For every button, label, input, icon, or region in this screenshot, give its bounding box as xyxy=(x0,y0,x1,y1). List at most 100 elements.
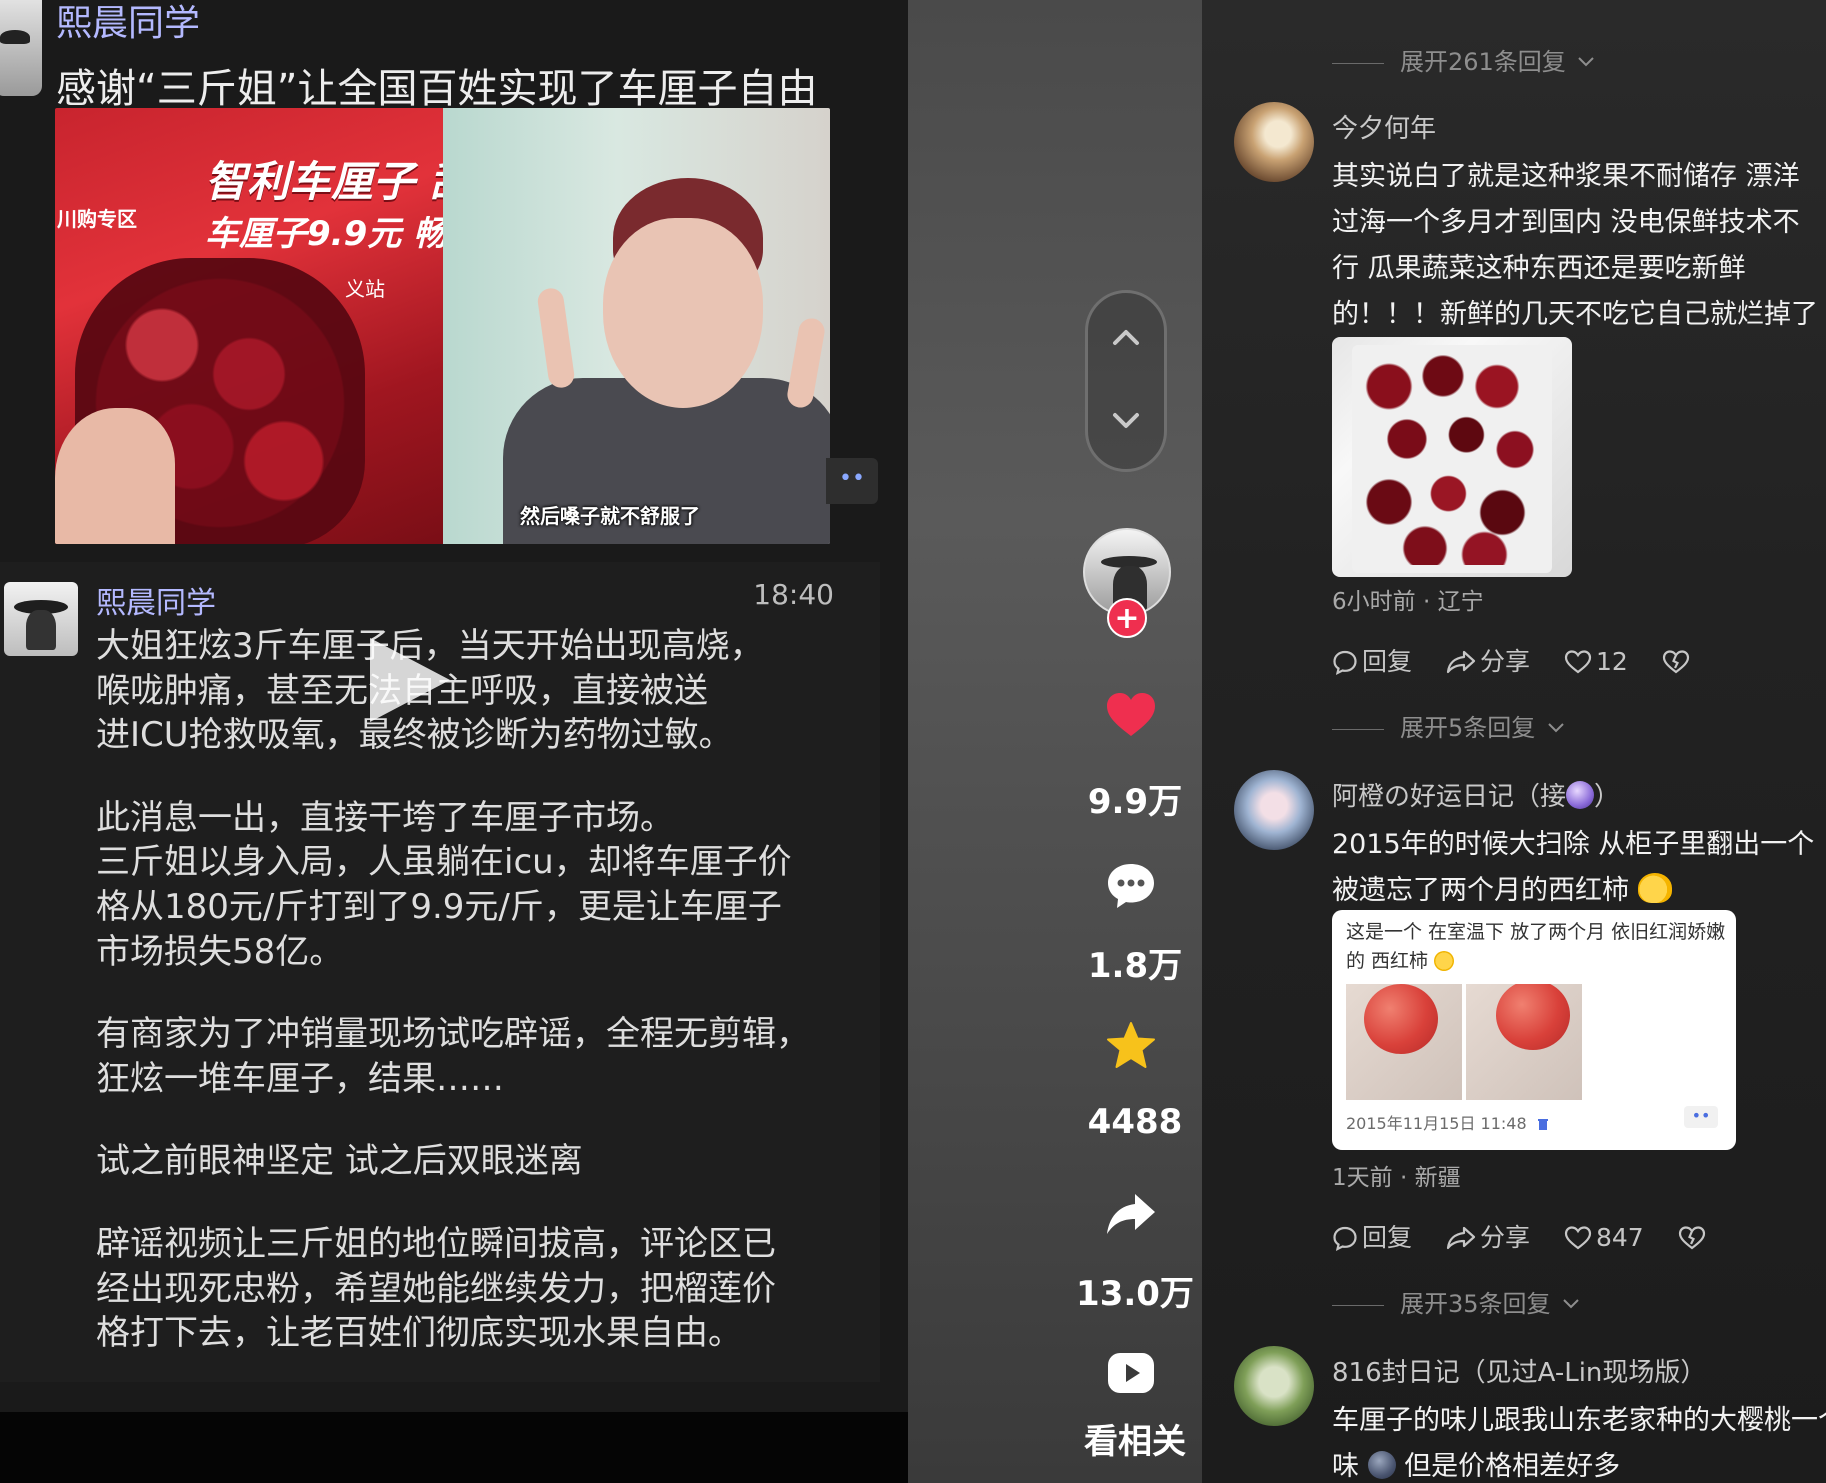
trash-icon xyxy=(1537,1119,1548,1130)
author-avatar[interactable] xyxy=(4,582,78,656)
tomato-post-date: 2015年11月15日 11:48 xyxy=(1346,1114,1527,1133)
commenter-name: 阿橙の好运日记（接 xyxy=(1332,782,1567,812)
heart-outline-icon xyxy=(1564,650,1592,674)
post-paragraph: 大姐狂炫3斤车厘子后，当天开始出现高烧， 喉咙肿痛，甚至无法自主呼吸，直接被送 … xyxy=(96,626,764,756)
like-count: 847 xyxy=(1595,1223,1644,1252)
share-arrow-icon[interactable] xyxy=(1105,1188,1157,1240)
post-paragraph: 此消息一出，直接干垮了车厘子市场。 三斤姐以身入局，人虽躺在icu，却将车厘子价… xyxy=(96,797,792,972)
comment-image-cherries[interactable] xyxy=(1332,337,1572,577)
reply-button[interactable]: 回复 xyxy=(1332,642,1412,678)
commenter-name-suffix: ） xyxy=(1594,782,1621,812)
broken-heart-icon xyxy=(1678,1226,1705,1250)
video-thumbnail[interactable]: 智利车厘子 乱 车厘子9.9元 畅吃 川购专区 义站 然后嗓子就不舒服了 xyxy=(55,108,830,544)
chevron-down-icon[interactable] xyxy=(1111,405,1141,435)
expand-replies-button[interactable]: 展开5条回复 xyxy=(1332,708,1565,743)
post-paragraph: 试之前眼神坚定 试之后双眼迷离 xyxy=(96,1141,583,1182)
comment-meta: 1天前 · 新疆 xyxy=(1332,1165,1461,1191)
top-author-name[interactable]: 熙晨同学 xyxy=(56,0,200,46)
hand-image xyxy=(55,408,175,544)
crystal-ball-emoji-icon xyxy=(1566,781,1595,809)
star-icon[interactable] xyxy=(1105,1020,1157,1072)
woman-speaking-scene: 然后嗓子就不舒服了 xyxy=(443,108,830,544)
cherry-store-scene: 智利车厘子 乱 车厘子9.9元 畅吃 川购专区 义站 xyxy=(55,108,481,544)
reply-button[interactable]: 回复 xyxy=(1332,1218,1412,1254)
expand-replies-label: 展开5条回复 xyxy=(1400,714,1536,742)
expand-replies-label: 展开35条回复 xyxy=(1400,1290,1551,1318)
bottom-bar xyxy=(0,1412,908,1483)
facepalm-emoji-icon xyxy=(1637,873,1672,903)
post-title: 感谢“三斤姐”让全国百姓实现了车厘子自由 xyxy=(56,66,818,112)
tomato-post-text: 这是一个 在室温下 放了两个月 依旧红润娇嫩的 西红柿 xyxy=(1346,918,1726,976)
post-paragraph: 辟谣视频让三斤姐的地位瞬间拔高，评论区已 经出现死忠粉，希望她能继续发力，把榴莲… xyxy=(96,1223,776,1354)
reply-bubble-icon xyxy=(1333,650,1357,676)
comment-text-row: 车厘子的味儿跟我山东老家种的大樱桃一个 味 但是价格相差好多 xyxy=(1332,1398,1826,1483)
reply-label: 回复 xyxy=(1362,647,1413,676)
tomato-post-timestamp: 2015年11月15日 11:48 xyxy=(1346,1110,1550,1134)
comment-text: 其实说白了就是这种浆果不耐储存 漂洋过海一个多月才到国内 没电保鲜技术不行 瓜果… xyxy=(1332,161,1818,330)
chevron-down-icon xyxy=(1548,723,1564,733)
post-body: 大姐狂炫3斤车厘子后，当天开始出现高烧， 喉咙肿痛，甚至无法自主呼吸，直接被送 … xyxy=(96,624,816,1394)
comment-icon[interactable] xyxy=(1105,860,1157,912)
woman-figure xyxy=(503,148,830,544)
post-paragraph: 有商家为了冲销量现场试吃辟谣，全程无剪辑， 狂炫一堆车厘子，结果…… xyxy=(96,1014,810,1099)
comment-text-row: 2015年的时候大扫除 从柜子里翻出一个被遗忘了两个月的西红柿 xyxy=(1332,822,1822,914)
dislike-button[interactable] xyxy=(1678,1223,1710,1252)
heart-outline-icon xyxy=(1564,1226,1592,1250)
dislike-button[interactable] xyxy=(1662,647,1694,676)
commenter-avatar[interactable] xyxy=(1234,102,1314,182)
comment-text: 但是价格相差好多 xyxy=(1404,1451,1621,1482)
like-count: 12 xyxy=(1595,647,1628,676)
play-related-icon[interactable] xyxy=(1107,1352,1155,1394)
comment-actions: 回复 分享 12 xyxy=(1332,642,1720,678)
comment-image-tomato-post[interactable]: 这是一个 在室温下 放了两个月 依旧红润娇嫩的 西红柿 2015年11月15日 … xyxy=(1332,910,1736,1150)
heart-icon[interactable] xyxy=(1105,690,1157,742)
comment-text: 味 xyxy=(1332,1451,1359,1482)
comment-meta: 6小时前 · 辽宁 xyxy=(1332,589,1484,615)
video-nav-pill xyxy=(1085,290,1167,472)
dark-face-emoji-icon xyxy=(1367,1451,1396,1479)
reply-bubble-icon xyxy=(1333,1226,1357,1252)
video-caption: 然后嗓子就不舒服了 xyxy=(520,504,700,528)
chevron-down-icon xyxy=(1563,1299,1579,1309)
expand-replies-label: 展开261条回复 xyxy=(1400,48,1566,76)
broken-heart-icon xyxy=(1662,650,1689,674)
commenter-name[interactable]: 今夕何年 xyxy=(1332,108,1436,145)
commenter-name-row[interactable]: 阿橙の好运日记（接 ） xyxy=(1332,776,1620,813)
share-button[interactable]: 分享 xyxy=(1446,1218,1530,1254)
store-sign-line1: 智利车厘子 乱 xyxy=(205,157,472,206)
comment-text: 车厘子的味儿跟我山东老家种的大樱桃一个 xyxy=(1332,1405,1826,1436)
store-sign-line2: 车厘子9.9元 畅吃 xyxy=(205,214,482,254)
comment-actions: 回复 分享 847 xyxy=(1332,1218,1736,1254)
expand-replies-button[interactable]: 展开35条回复 xyxy=(1332,1284,1580,1319)
comment-text: 2015年的时候大扫除 从柜子里翻出一个被遗忘了两个月的西红柿 xyxy=(1332,829,1815,906)
more-options-button[interactable]: •• xyxy=(1684,1106,1718,1128)
chevron-down-icon xyxy=(1578,57,1595,67)
tomato-photo xyxy=(1466,984,1582,1100)
repost-panel: 熙晨同学 感谢“三斤姐”让全国百姓实现了车厘子自由 智利车厘子 乱 车厘子9.9… xyxy=(0,0,908,1483)
like-button[interactable]: 12 xyxy=(1564,647,1628,676)
top-author-avatar[interactable] xyxy=(0,0,42,96)
play-icon[interactable] xyxy=(370,638,450,722)
follow-button[interactable]: + xyxy=(1107,598,1147,638)
store-station-label: 义站 xyxy=(345,277,385,301)
commenter-avatar[interactable] xyxy=(1234,770,1314,850)
reply-label: 回复 xyxy=(1362,1223,1413,1252)
share-icon xyxy=(1446,650,1476,674)
commenter-name[interactable]: 816封日记（见过A-Lin现场版） xyxy=(1332,1352,1706,1389)
expand-replies-button[interactable]: 展开261条回复 xyxy=(1332,42,1595,77)
tomato-photo xyxy=(1346,984,1462,1100)
share-label: 分享 xyxy=(1479,1223,1530,1252)
share-icon xyxy=(1446,1226,1476,1250)
share-button[interactable]: 分享 xyxy=(1446,642,1530,678)
video-more-button[interactable]: •• xyxy=(826,458,878,504)
like-button[interactable]: 847 xyxy=(1564,1223,1644,1252)
commenter-avatar[interactable] xyxy=(1234,1346,1314,1426)
smile-emoji-icon xyxy=(1434,951,1455,971)
comments-panel: 展开261条回复 今夕何年 其实说白了就是这种浆果不耐储存 漂洋过海一个多月才到… xyxy=(1202,0,1826,1483)
store-zone-label: 川购专区 xyxy=(57,207,137,231)
share-label: 分享 xyxy=(1479,647,1530,676)
author-name[interactable]: 熙晨同学 xyxy=(96,578,216,622)
post-time: 18:40 xyxy=(753,578,834,611)
tomato-post-caption: 这是一个 在室温下 放了两个月 依旧红润娇嫩的 西红柿 xyxy=(1346,921,1726,972)
chevron-up-icon[interactable] xyxy=(1111,323,1141,353)
